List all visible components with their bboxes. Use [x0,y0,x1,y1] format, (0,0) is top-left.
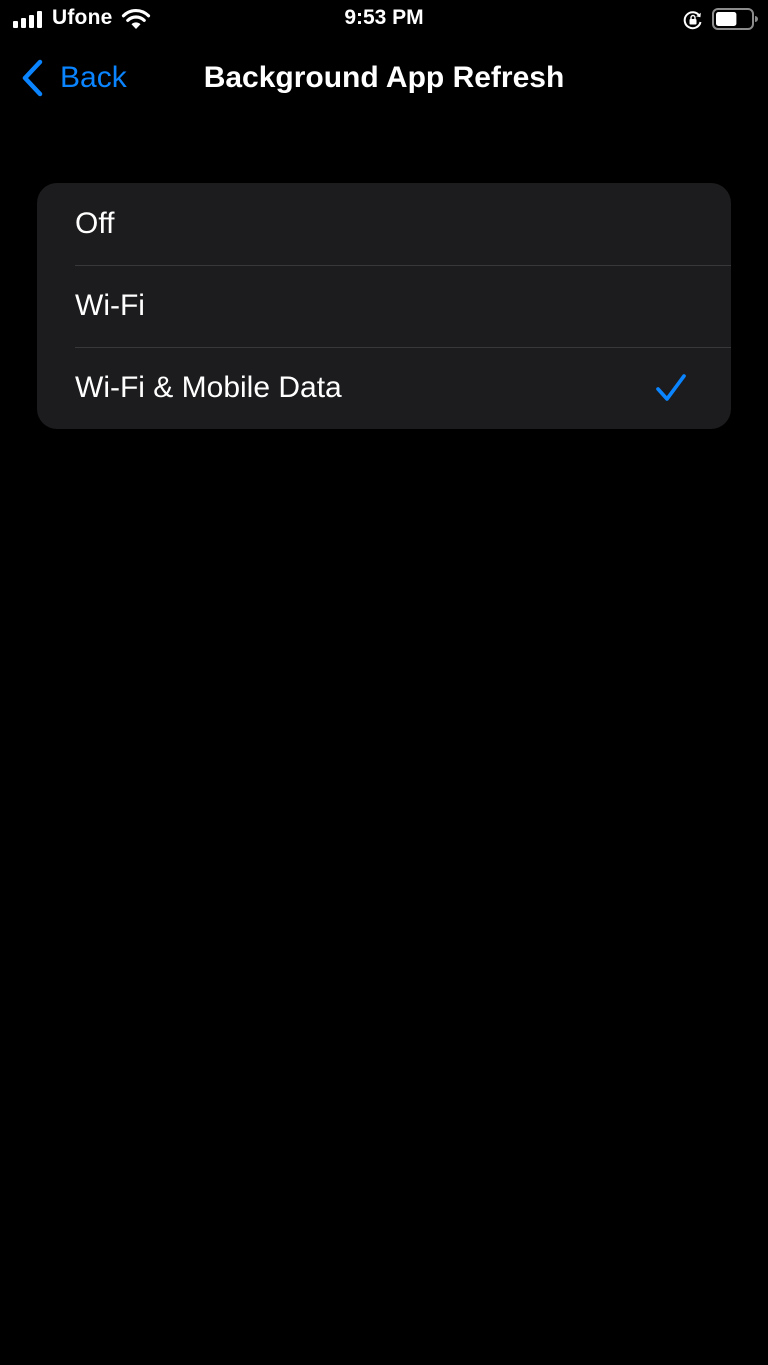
page-title: Background App Refresh [203,61,565,94]
status-time: 9:53 PM [344,6,424,29]
option-label: Wi-Fi [75,289,145,322]
battery-icon [712,8,758,30]
option-off[interactable]: Off [37,183,731,265]
option-label: Wi-Fi & Mobile Data [75,371,342,404]
navigation-bar: Back Background App Refresh [0,50,768,110]
status-bar: Ufone 9:53 PM [0,0,768,40]
orientation-lock-icon [683,11,702,30]
option-wifi[interactable]: Wi-Fi [37,265,731,347]
option-wifi-mobile-data[interactable]: Wi-Fi & Mobile Data [37,347,731,429]
checkmark-icon [656,374,686,401]
refresh-options-list: Off Wi-Fi Wi-Fi & Mobile Data [37,183,731,429]
option-label: Off [75,207,115,240]
